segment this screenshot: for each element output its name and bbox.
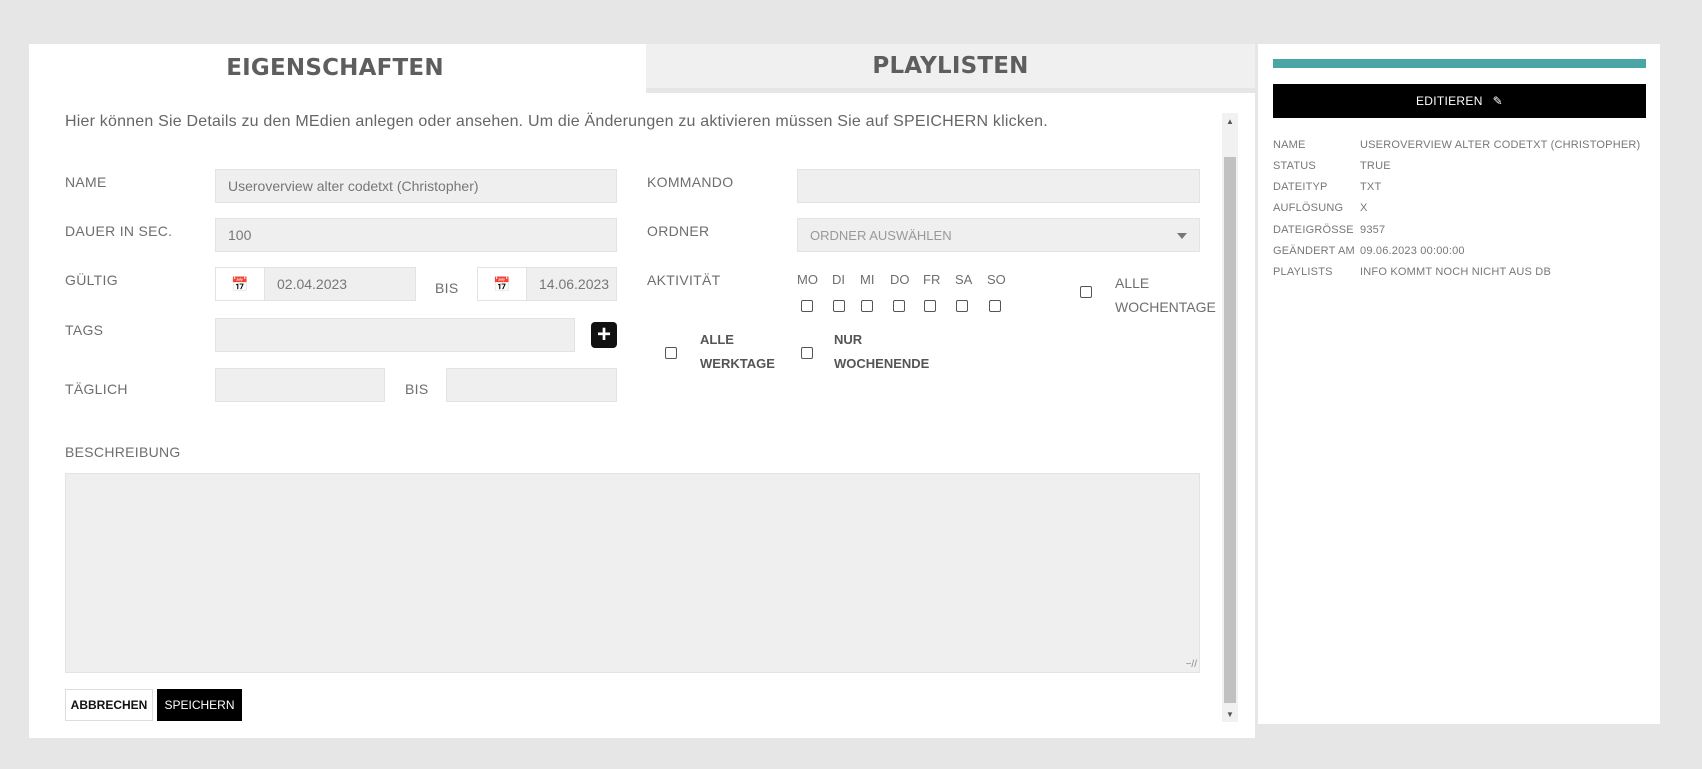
dauer-label: DAUER IN SEC. bbox=[65, 223, 173, 239]
info-row: GEÄNDERT AM 09.06.2023 00:00:00 bbox=[1273, 245, 1465, 257]
day-label-mi: MI bbox=[860, 272, 875, 287]
chevron-down-icon bbox=[1177, 233, 1187, 239]
gueltig-to-date[interactable]: 📅 14.06.2023 bbox=[477, 267, 617, 301]
day-label-sa: SA bbox=[955, 272, 973, 287]
info-value: X bbox=[1360, 202, 1368, 214]
scroll-thumb[interactable] bbox=[1224, 157, 1236, 703]
alle-werktage-line2: WERKTAGE bbox=[700, 356, 775, 371]
tags-label: TAGS bbox=[65, 322, 104, 338]
alle-werktage-line1: ALLE bbox=[700, 332, 734, 347]
info-value: 09.06.2023 00:00:00 bbox=[1360, 245, 1465, 257]
info-value: TXT bbox=[1360, 181, 1382, 193]
gueltig-from-date[interactable]: 📅 02.04.2023 bbox=[215, 267, 416, 301]
scroll-down-icon[interactable]: ▼ bbox=[1222, 706, 1238, 722]
info-value: USEROVERVIEW ALTER CODETXT (CHRISTOPHER) bbox=[1360, 139, 1641, 151]
checkbox-fr[interactable] bbox=[924, 300, 936, 312]
checkbox-di[interactable] bbox=[833, 300, 845, 312]
checkbox-mo[interactable] bbox=[801, 300, 813, 312]
ordner-select-value: ORDNER AUSWÄHLEN bbox=[810, 227, 952, 243]
dauer-input[interactable]: 100 bbox=[215, 218, 617, 252]
calendar-icon[interactable]: 📅 bbox=[478, 268, 527, 300]
tab-eigenschaften[interactable]: EIGENSCHAFTEN bbox=[29, 44, 641, 92]
nur-wochenende-line1: NUR bbox=[834, 332, 863, 347]
info-value: INFO KOMMT NOCH NICHT AUS DB bbox=[1360, 266, 1551, 278]
info-key: GEÄNDERT AM bbox=[1273, 245, 1355, 257]
media-info-panel: EDITIEREN ✎ NAME USEROVERVIEW ALTER CODE… bbox=[1258, 44, 1660, 724]
scroll-up-icon[interactable]: ▲ bbox=[1222, 113, 1238, 129]
day-label-do: DO bbox=[890, 272, 910, 287]
beschreibung-textarea[interactable]: −// bbox=[65, 473, 1200, 673]
checkbox-alle-wochentage[interactable] bbox=[1080, 286, 1092, 298]
info-key: PLAYLISTS bbox=[1273, 266, 1333, 278]
info-key: STATUS bbox=[1273, 160, 1316, 172]
resize-handle-icon[interactable]: −// bbox=[1186, 659, 1197, 670]
nur-wochenende-line2: WOCHENENDE bbox=[834, 356, 930, 371]
checkbox-sa[interactable] bbox=[956, 300, 968, 312]
gueltig-bis-label: BIS bbox=[435, 280, 459, 296]
taeglich-from-input[interactable] bbox=[215, 368, 385, 402]
name-input[interactable]: Useroverview alter codetxt (Christopher) bbox=[215, 169, 617, 203]
nur-wochenende-label: NUR WOCHENENDE bbox=[834, 328, 929, 376]
checkbox-do[interactable] bbox=[893, 300, 905, 312]
info-value: TRUE bbox=[1360, 160, 1391, 172]
gueltig-to-value: 14.06.2023 bbox=[539, 276, 610, 292]
checkbox-mi[interactable] bbox=[861, 300, 873, 312]
info-row: STATUS TRUE bbox=[1273, 160, 1391, 172]
checkbox-nur-wochenende[interactable] bbox=[801, 347, 813, 359]
progress-bar bbox=[1273, 59, 1646, 68]
info-value: 9357 bbox=[1360, 224, 1386, 236]
checkbox-alle-werktage[interactable] bbox=[665, 347, 677, 359]
taeglich-label: TÄGLICH bbox=[65, 381, 128, 397]
checkbox-so[interactable] bbox=[989, 300, 1001, 312]
beschreibung-label: BESCHREIBUNG bbox=[65, 444, 181, 460]
kommando-label: KOMMANDO bbox=[647, 174, 734, 190]
info-row: PLAYLISTS INFO KOMMT NOCH NICHT AUS DB bbox=[1273, 266, 1551, 278]
alle-wochentage-line1: ALLE bbox=[1115, 275, 1150, 291]
tags-input[interactable] bbox=[215, 318, 575, 352]
info-row: NAME USEROVERVIEW ALTER CODETXT (CHRISTO… bbox=[1273, 139, 1640, 151]
info-row: DATEIGRÖSSE 9357 bbox=[1273, 224, 1385, 236]
taeglich-bis-label: BIS bbox=[405, 381, 429, 397]
info-key: DATEITYP bbox=[1273, 181, 1328, 193]
info-key: NAME bbox=[1273, 139, 1306, 151]
save-button[interactable]: SPEICHERN bbox=[157, 689, 242, 721]
info-key: AUFLÖSUNG bbox=[1273, 202, 1344, 214]
cancel-button[interactable]: ABBRECHEN bbox=[65, 689, 153, 721]
ordner-select[interactable]: ORDNER AUSWÄHLEN bbox=[797, 218, 1200, 252]
day-label-mo: MO bbox=[797, 272, 818, 287]
plus-icon[interactable]: + bbox=[591, 322, 617, 348]
info-row: DATEITYP TXT bbox=[1273, 181, 1381, 193]
gueltig-from-value: 02.04.2023 bbox=[277, 276, 348, 292]
intro-text: Hier können Sie Details zu den MEdien an… bbox=[65, 113, 1048, 130]
day-label-di: DI bbox=[832, 272, 845, 287]
edit-button-label: EDITIEREN bbox=[1415, 94, 1483, 108]
scrollbar[interactable]: ▲ ▼ bbox=[1222, 113, 1238, 722]
kommando-input[interactable] bbox=[797, 169, 1200, 203]
taeglich-to-input[interactable] bbox=[446, 368, 617, 402]
edit-icon: ✎ bbox=[1492, 94, 1504, 108]
tab-playlisten[interactable]: PLAYLISTEN bbox=[646, 44, 1255, 93]
day-label-fr: FR bbox=[923, 272, 941, 287]
info-row: AUFLÖSUNG X bbox=[1273, 202, 1368, 214]
gueltig-label: GÜLTIG bbox=[65, 272, 118, 288]
day-label-so: SO bbox=[987, 272, 1006, 287]
name-label: NAME bbox=[65, 174, 107, 190]
ordner-label: ORDNER bbox=[647, 223, 710, 239]
alle-wochentage-line2: WOCHENTAGE bbox=[1115, 299, 1216, 315]
info-key: DATEIGRÖSSE bbox=[1273, 224, 1354, 236]
aktivitaet-label: AKTIVITÄT bbox=[647, 272, 721, 288]
calendar-icon[interactable]: 📅 bbox=[216, 268, 265, 300]
edit-button[interactable]: EDITIEREN ✎ bbox=[1273, 84, 1646, 118]
alle-werktage-label: ALLE WERKTAGE bbox=[700, 328, 775, 376]
alle-wochentage-label: ALLE WOCHENTAGE bbox=[1115, 271, 1216, 319]
